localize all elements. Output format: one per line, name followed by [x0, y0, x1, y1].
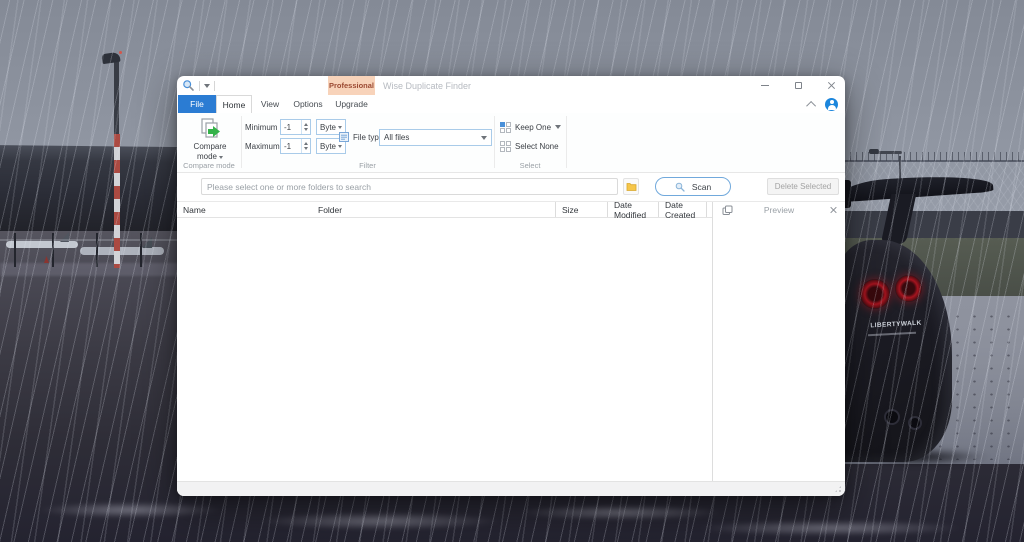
tab-options[interactable]: Options	[288, 95, 328, 113]
scan-button[interactable]: Scan	[655, 177, 731, 196]
ribbon-tab-bar: File Home View Options Upgrade	[177, 95, 845, 113]
window-title: Wise Duplicate Finder	[383, 76, 471, 95]
compare-mode-button[interactable]: Compare mode	[184, 117, 236, 161]
results-table: Name Folder Size Date Modified Date Crea…	[177, 202, 712, 481]
file-type-dropdown[interactable]: All files	[379, 129, 492, 146]
delete-selected-button[interactable]: Delete Selected	[767, 178, 839, 195]
tab-upgrade[interactable]: Upgrade	[328, 95, 375, 113]
minimize-icon	[761, 85, 769, 86]
tab-home[interactable]: Home	[216, 95, 252, 113]
group-caption-filter: Filter	[241, 161, 494, 170]
preview-panel: Preview	[712, 202, 845, 481]
preview-header: Preview	[713, 202, 845, 218]
spinner-arrows-icon[interactable]	[301, 139, 310, 153]
dropdown-caret-icon	[219, 156, 223, 159]
separator	[214, 81, 215, 91]
file-type-row: File type	[339, 129, 383, 145]
compare-mode-icon	[198, 117, 222, 141]
group-separator	[566, 116, 567, 168]
select-none-grid-icon	[500, 141, 511, 152]
maximum-size-spinner[interactable]: -1	[280, 138, 311, 154]
minimum-label: Minimum	[245, 119, 277, 135]
preview-title: Preview	[764, 205, 794, 215]
search-row: Scan Delete Selected	[177, 173, 845, 201]
minimum-size-value: -1	[281, 120, 301, 134]
folder-icon	[626, 181, 637, 192]
resize-grip[interactable]	[834, 485, 842, 493]
minimum-size-spinner[interactable]: -1	[280, 119, 311, 135]
minimize-button[interactable]	[759, 80, 771, 92]
close-button[interactable]	[825, 80, 837, 92]
file-type-icon	[339, 132, 349, 142]
folder-search-input[interactable]	[201, 178, 618, 195]
wise-duplicate-finder-window: Professional Wise Duplicate Finder File …	[177, 76, 845, 496]
separator	[199, 81, 200, 91]
window-controls	[759, 76, 837, 95]
close-icon	[827, 81, 836, 90]
dropdown-caret-icon	[555, 125, 561, 129]
preview-close-icon[interactable]	[829, 206, 837, 214]
scan-magnifier-icon	[675, 182, 685, 192]
column-header-date-created[interactable]: Date Created	[658, 202, 707, 217]
column-header-date-modified[interactable]: Date Modified	[607, 202, 658, 217]
qat-dropdown-caret-icon[interactable]	[204, 84, 210, 88]
preview-pages-icon[interactable]	[722, 205, 733, 216]
professional-badge: Professional	[328, 76, 375, 95]
dropdown-caret-icon	[481, 136, 487, 140]
maximum-size-value: -1	[281, 139, 301, 153]
quick-access-toolbar	[182, 78, 215, 93]
maximize-button[interactable]	[792, 80, 804, 92]
column-header-size[interactable]: Size	[555, 202, 607, 217]
maximum-label: Maximum	[245, 138, 280, 154]
tab-bar-right-controls	[809, 95, 838, 113]
maximum-unit-value: Byte	[320, 142, 336, 151]
app-logo-magnifier-icon[interactable]	[182, 79, 195, 92]
compare-mode-label: Compare mode	[184, 142, 236, 161]
keep-one-button[interactable]: Keep One	[500, 120, 561, 134]
scan-button-label: Scan	[692, 182, 711, 192]
column-header-name[interactable]: Name	[177, 202, 312, 217]
main-content: Name Folder Size Date Modified Date Crea…	[177, 201, 845, 481]
status-bar	[177, 481, 845, 496]
select-none-button[interactable]: Select None	[500, 139, 559, 153]
select-none-label: Select None	[515, 142, 559, 151]
maximize-icon	[795, 82, 802, 89]
ribbon-toolbar: Compare mode Compare mode Minimum -1 Byt…	[177, 113, 845, 173]
tab-file[interactable]: File	[178, 95, 216, 113]
minimum-unit-value: Byte	[320, 123, 336, 132]
title-bar: Professional Wise Duplicate Finder	[177, 76, 845, 95]
file-type-value: All files	[384, 133, 409, 142]
keep-one-grid-icon	[500, 122, 511, 133]
table-body-empty[interactable]	[177, 218, 712, 481]
browse-folder-button[interactable]	[623, 178, 639, 195]
group-caption-compare-mode: Compare mode	[177, 161, 241, 170]
column-header-folder[interactable]: Folder	[312, 202, 555, 217]
group-caption-select: Select	[494, 161, 566, 170]
tab-view[interactable]: View	[252, 95, 288, 113]
preview-body-empty	[713, 218, 845, 481]
spinner-arrows-icon[interactable]	[301, 120, 310, 134]
collapse-ribbon-chevron-icon[interactable]	[806, 100, 816, 110]
keep-one-label: Keep One	[515, 123, 551, 132]
table-header-row: Name Folder Size Date Modified Date Crea…	[177, 202, 712, 218]
account-icon[interactable]	[825, 98, 838, 111]
